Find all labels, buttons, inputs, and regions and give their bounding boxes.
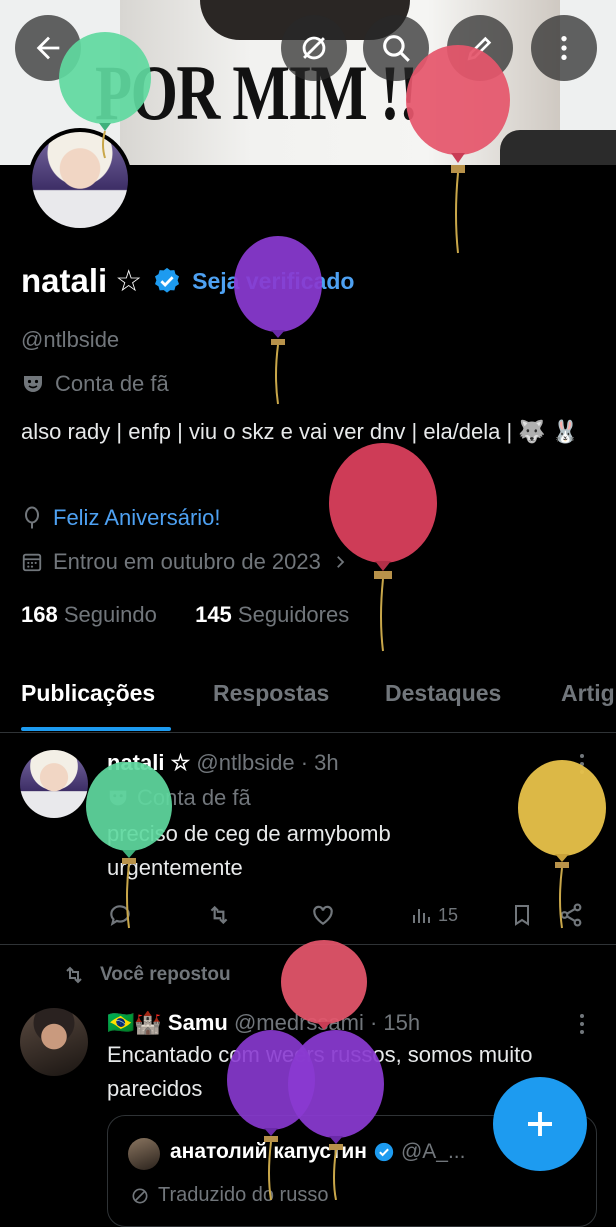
- author-flags: 🇧🇷🏰: [107, 1010, 162, 1035]
- balloon-icon: [25, 506, 39, 529]
- more-vertical-icon: [561, 36, 567, 60]
- repost-button[interactable]: [205, 902, 233, 928]
- following-label: Seguindo: [63, 602, 157, 627]
- balloon-green: [59, 32, 151, 159]
- plus-icon: [528, 1112, 552, 1136]
- balloon-red: [329, 443, 437, 652]
- active-tab-indicator: [21, 727, 171, 731]
- post-author-name[interactable]: Samu: [168, 1010, 228, 1035]
- balloon-purple: [234, 236, 322, 405]
- more-button[interactable]: [531, 15, 597, 81]
- tab-posts[interactable]: Publicações: [21, 680, 155, 707]
- account-label-text: Conta de fã: [55, 371, 169, 396]
- name-star: ☆: [115, 264, 143, 298]
- post-more-icon[interactable]: [572, 1012, 592, 1036]
- theater-masks-icon: [24, 376, 42, 392]
- balloon-green: [86, 762, 172, 929]
- joined-text: Entrou em outubro de 2023: [53, 549, 321, 574]
- views-count: 15: [438, 904, 459, 925]
- post-author-handle: @ntlbside · 3h: [196, 750, 339, 775]
- birthday-row[interactable]: Feliz Aniversário!: [21, 505, 221, 531]
- balloon-red: [406, 45, 510, 254]
- joined-row[interactable]: Entrou em outubro de 2023: [21, 549, 349, 575]
- analytics-icon: [413, 909, 430, 923]
- like-button[interactable]: [310, 902, 336, 928]
- translate-icon: [132, 1188, 148, 1203]
- following-count: 168: [21, 602, 58, 627]
- balloon-yellow: [518, 760, 606, 929]
- tab-replies[interactable]: Respostas: [213, 680, 329, 707]
- post-avatar[interactable]: [20, 1008, 88, 1076]
- profile-handle: @ntlbside: [21, 327, 120, 352]
- banner-shoulder: [500, 130, 616, 165]
- balloon-purple: [288, 1030, 384, 1200]
- follow-stats: 168 Seguindo 145 Seguidores: [21, 602, 349, 628]
- views-button[interactable]: 15: [410, 902, 458, 928]
- following-link[interactable]: 168 Seguindo: [21, 602, 157, 627]
- profile-tabs: Publicações Respostas Destaques Artig: [0, 672, 616, 733]
- grok-icon: [302, 36, 326, 60]
- repost-indicator: Você repostou: [60, 963, 231, 987]
- heart-icon: [313, 905, 333, 925]
- tab-highlights[interactable]: Destaques: [385, 680, 501, 707]
- birthday-text: Feliz Aniversário!: [53, 505, 221, 530]
- followers-count: 145: [195, 602, 232, 627]
- tab-articles[interactable]: Artig: [561, 680, 615, 707]
- quote-avatar: [128, 1138, 160, 1170]
- repost-icon: [66, 966, 82, 984]
- compose-button[interactable]: [493, 1077, 587, 1171]
- calendar-icon: [22, 553, 42, 572]
- account-label[interactable]: Conta de fã: [21, 371, 169, 397]
- grok-button[interactable]: [281, 15, 347, 81]
- repost-icon: [210, 905, 228, 925]
- profile-name: natali: [21, 262, 108, 299]
- repost-label: Você repostou: [100, 964, 231, 985]
- quote-author-handle: @A_...: [400, 1140, 466, 1163]
- profile-bio: also rady | enfp | viu o skz e vai ver d…: [21, 419, 580, 444]
- post-avatar[interactable]: [20, 750, 88, 818]
- verified-badge-icon: [155, 267, 180, 293]
